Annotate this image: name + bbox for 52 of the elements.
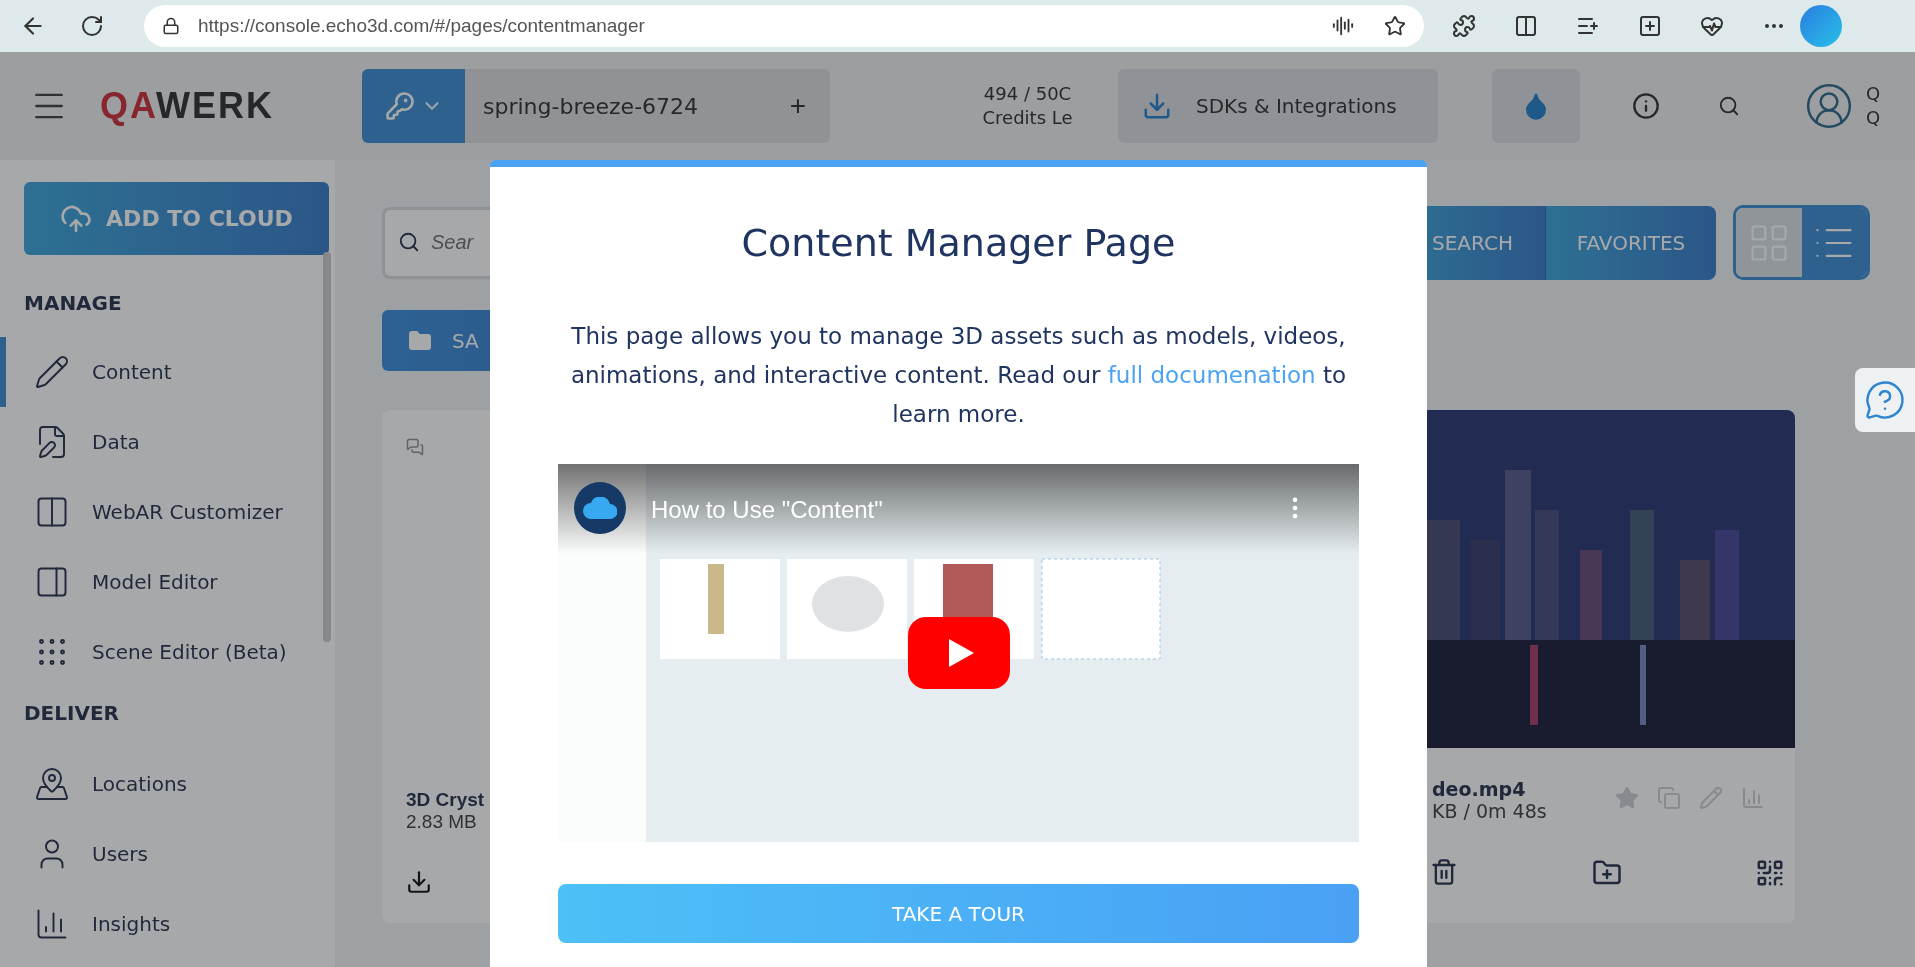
download-icon bbox=[1142, 91, 1172, 121]
project-name: spring-breeze-6724 bbox=[482, 93, 700, 119]
address-bar[interactable]: https://console.echo3d.com/#/pages/contentmanager bbox=[144, 5, 1424, 47]
sidebar-item[interactable]: Insights bbox=[0, 889, 335, 959]
sdk-button[interactable]: SDKs & Integrations bbox=[1118, 69, 1438, 143]
asset-name: deo.mp4 bbox=[1432, 778, 1527, 800]
qr-code-icon[interactable] bbox=[1755, 858, 1785, 888]
star-icon[interactable] bbox=[1384, 15, 1406, 37]
info-icon[interactable] bbox=[1632, 92, 1660, 120]
collections-icon[interactable] bbox=[1638, 14, 1662, 38]
play-icon[interactable] bbox=[908, 617, 1010, 689]
asset-name: 3D Cryst bbox=[406, 789, 486, 811]
download-icon[interactable] bbox=[406, 869, 432, 895]
asset-size: KB / 0m 48s bbox=[1432, 800, 1547, 822]
sidebar-item[interactable]: WebAR Customizer bbox=[0, 477, 335, 547]
avatar-icon[interactable] bbox=[1804, 81, 1854, 131]
magnifier-icon bbox=[398, 230, 420, 253]
trash-icon[interactable] bbox=[1430, 858, 1458, 888]
audio-icon[interactable] bbox=[1332, 15, 1354, 37]
modal-title: Content Manager Page bbox=[741, 221, 1176, 265]
modal-text: This page allows you to manage 3D assets such as models, videos, animations, and interactive content. Read our full documenation to learn more. bbox=[569, 322, 1348, 429]
key-icon bbox=[384, 91, 415, 121]
asset-size: 2.83 MB bbox=[406, 811, 478, 833]
sidebar-item[interactable]: Data bbox=[0, 407, 335, 477]
messages-icon bbox=[406, 438, 424, 456]
credits-text: 494 / 50C bbox=[983, 82, 1072, 106]
help-icon[interactable] bbox=[1855, 368, 1915, 432]
section-title: MANAGE bbox=[23, 291, 123, 315]
puzzle-icon[interactable] bbox=[1452, 14, 1476, 38]
bing-icon[interactable] bbox=[1800, 5, 1842, 47]
heart-pulse-icon[interactable] bbox=[1700, 14, 1724, 38]
add-project-button[interactable]: + bbox=[783, 89, 812, 123]
sidebar-item[interactable]: Model Editor bbox=[0, 547, 335, 617]
url-text: https://console.echo3d.com/#/pages/contentmanager bbox=[198, 15, 646, 37]
scrollbar[interactable] bbox=[323, 252, 331, 642]
user-initial: Q bbox=[1866, 106, 1881, 130]
pencil-icon bbox=[34, 354, 70, 390]
sidebar-item[interactable]: Scene Editor (Beta) bbox=[0, 617, 335, 687]
user-initial: Q bbox=[1866, 82, 1881, 106]
logo: QAWERK bbox=[100, 85, 274, 127]
list-view-button[interactable] bbox=[1801, 208, 1867, 277]
search-icon[interactable] bbox=[1718, 95, 1740, 117]
split-screen-icon[interactable] bbox=[1514, 14, 1538, 38]
lock-icon bbox=[162, 17, 180, 35]
credits-text: Credits Le bbox=[982, 106, 1073, 130]
key-button[interactable] bbox=[362, 69, 465, 143]
map-pin-icon bbox=[34, 766, 70, 802]
section-title: DELIVER bbox=[23, 701, 120, 725]
reload-icon[interactable] bbox=[80, 14, 104, 38]
sidebar-item[interactable]: Users bbox=[0, 819, 335, 889]
folder-icon bbox=[408, 328, 432, 353]
sidebar-item[interactable]: Locations bbox=[0, 749, 335, 819]
